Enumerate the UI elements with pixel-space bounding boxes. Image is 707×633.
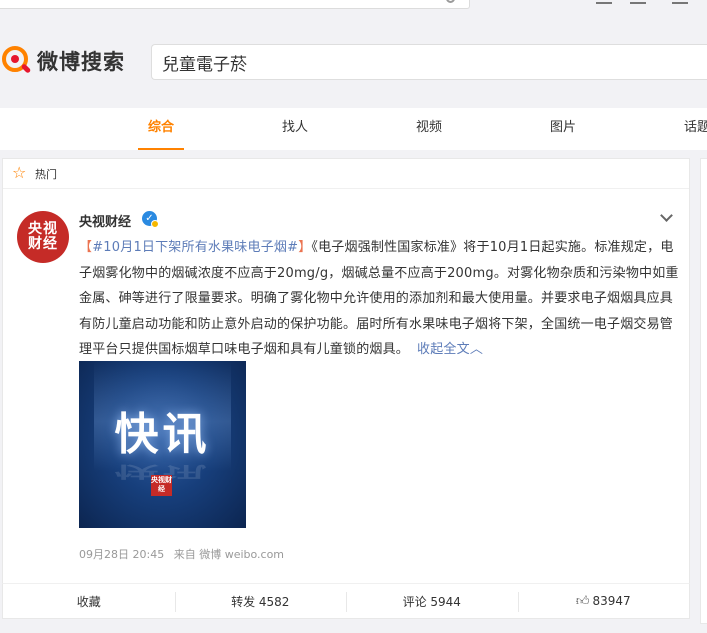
weibo-post-card: ☆ 热门 央视财经 央视财经 ✓ 【#10月1日下架所有水果味电子烟#】《电子烟…	[2, 158, 690, 583]
topic-bracket-close: 】	[298, 240, 312, 255]
star-icon: ☆	[12, 163, 27, 182]
tab-images[interactable]: 图片	[540, 108, 586, 150]
post-image[interactable]: 快讯 快讯 央视财经	[79, 361, 246, 528]
avatar[interactable]: 央视财经	[17, 211, 69, 263]
image-headline: 快讯	[114, 409, 211, 460]
tab-comprehensive[interactable]: 综合	[138, 108, 184, 150]
verified-badge-icon: ✓	[142, 211, 159, 228]
hot-label: 热门	[35, 168, 57, 181]
post-timestamp[interactable]: 09月28日 20:45	[79, 548, 164, 561]
post-body: 《电子烟强制性国家标准》将于10月1日起实施。标准规定，电子烟雾化物中的烟碱浓度…	[79, 240, 679, 357]
like-button[interactable]: 👍︎ 83947	[517, 584, 690, 618]
toolbar-icon[interactable]	[672, 0, 688, 4]
repost-label: 转发 4582	[231, 594, 290, 609]
repost-button[interactable]: 转发 4582	[174, 584, 347, 618]
comment-button[interactable]: 评论 5944	[346, 584, 518, 618]
chevron-down-icon[interactable]	[660, 209, 673, 222]
image-logo: 央视财经	[151, 475, 172, 496]
post-source: 来自 微博 weibo.com	[173, 548, 285, 561]
logo-text: 微博搜索	[37, 50, 125, 74]
avatar-text: 央视财经	[28, 221, 58, 252]
collapse-link[interactable]: 收起全文︿	[417, 342, 483, 357]
tab-topics[interactable]: 话题	[674, 108, 707, 150]
topic-bracket-open: 【	[79, 240, 93, 255]
top-strip	[0, 0, 707, 22]
post-text: 【#10月1日下架所有水果味电子烟#】《电子烟强制性国家标准》将于10月1日起实…	[79, 235, 679, 363]
username[interactable]: 央视财经	[79, 211, 131, 230]
toolbar-icon[interactable]	[596, 0, 612, 4]
post-meta: 09月28日 20:45 来自 微博 weibo.com	[79, 546, 284, 562]
post-action-bar: 收藏 转发 4582 评论 5944 👍︎ 83947	[2, 583, 690, 619]
search-tabs: 综合 找人 视频 图片 话题	[0, 108, 707, 150]
logo-icon	[2, 46, 32, 76]
header: 微博搜索	[0, 22, 707, 100]
toolbar-icon[interactable]	[630, 0, 646, 4]
tab-people[interactable]: 找人	[272, 108, 318, 150]
search-icon[interactable]	[446, 0, 455, 3]
topic-link[interactable]: #10月1日下架所有水果味电子烟#	[92, 240, 298, 255]
hot-section-header: ☆ 热门	[3, 159, 689, 189]
top-search-field[interactable]	[0, 0, 470, 9]
tab-videos[interactable]: 视频	[406, 108, 452, 150]
comment-label: 评论 5944	[402, 594, 461, 609]
thumbs-up-icon: 👍︎	[575, 593, 590, 609]
search-input[interactable]	[152, 45, 707, 79]
weibo-search-logo[interactable]: 微博搜索	[2, 46, 125, 76]
favorite-button[interactable]: 收藏	[3, 584, 175, 618]
collapse-label: 收起全文	[417, 342, 470, 357]
side-panel	[700, 158, 707, 624]
chevron-up-icon: ︿	[469, 342, 484, 357]
like-count: 83947	[592, 594, 631, 608]
favorite-label: 收藏	[76, 594, 101, 609]
search-box[interactable]	[151, 44, 707, 80]
